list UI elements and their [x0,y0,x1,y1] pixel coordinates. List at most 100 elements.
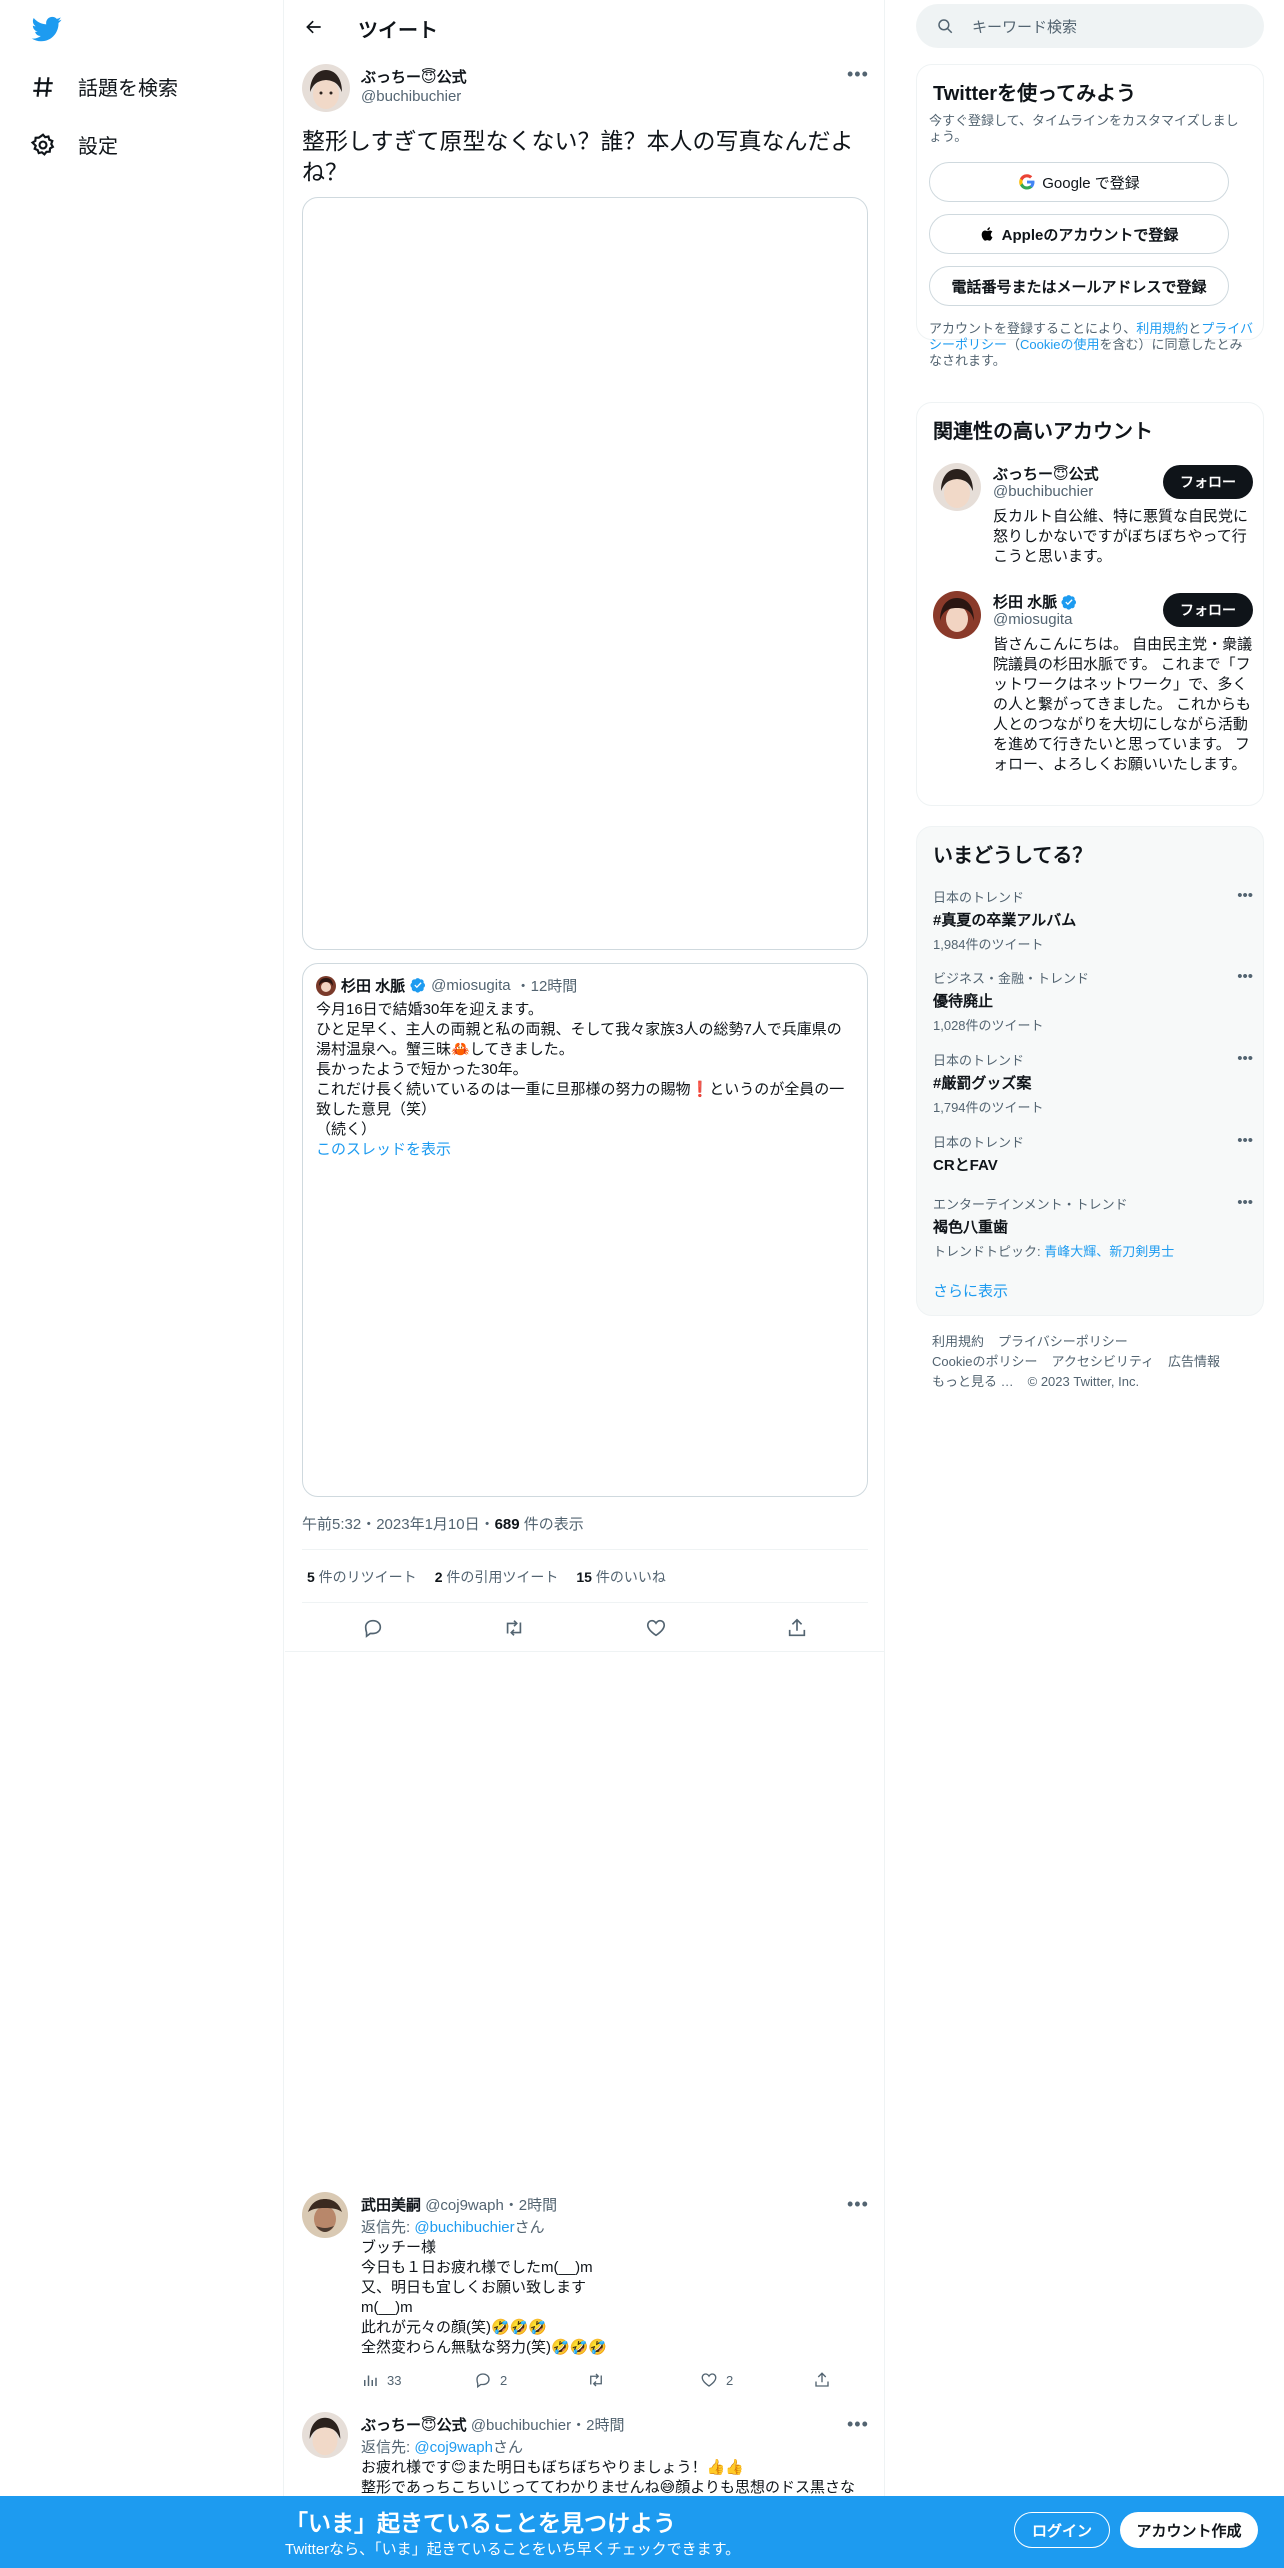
reply-header: 武田美嗣 @coj9waph・2時間 [361,2194,557,2215]
more-options-icon[interactable]: ••• [1237,1194,1253,1211]
login-button[interactable]: ログイン [1014,2512,1110,2548]
bottom-signup-bar: 「いま」起きていることを見つけよう Twitterなら、「いま」起きていることを… [0,2496,1284,2568]
footer-privacy[interactable]: プライバシーポリシー [998,1334,1128,1349]
apple-icon [981,227,993,241]
retweets-stat[interactable]: 5 件のリツイート [307,1567,417,1587]
quoted-avatar [316,975,336,996]
trends-title: いまどうしてる？ [933,845,1093,867]
trend-item[interactable]: エンターテインメント・トレンド 褐色八重歯 トレンドトピック: 青峰大輝、新刀剣… [933,1194,1253,1260]
reply-actions: 33 2 2 [361,2371,926,2389]
tweet-time: 午前5:32・2023年1月10日・ [302,1516,495,1533]
reply-to: 返信先: @coj9waphさん [361,2439,523,2456]
related-account[interactable]: 杉田 水脈 @miosugita 皆さんこんにちは。 自由民主党・衆議院議員の杉… [933,591,1253,791]
reply-icon [476,2373,490,2389]
more-options-icon[interactable]: ••• [1237,1132,1253,1149]
cookie-link[interactable]: Cookieの使用 [1020,337,1099,352]
back-button[interactable] [299,12,329,42]
footer-cookie[interactable]: Cookieのポリシー [932,1354,1037,1369]
reply-to-link[interactable]: @buchibuchier [414,2219,514,2236]
reply-avatar[interactable] [302,2192,348,2238]
trend-item[interactable]: ビジネス・金融・トレンド 優待廃止 1,028件のツイート ••• [933,968,1253,1034]
reply-to-link[interactable]: @coj9waph [414,2439,493,2456]
share-icon[interactable] [779,1610,815,1646]
nav-settings[interactable]: 設定 [30,130,118,159]
trend-count: 1,028件のツイート [933,1018,1044,1033]
more-options-icon[interactable]: ••• [1237,887,1253,904]
views-action[interactable]: 33 [361,2371,474,2389]
trend-context: エンターテインメント・トレンド [933,1197,1128,1212]
terms-link[interactable]: 利用規約 [1136,321,1188,336]
tweet-stats: 5 件のリツイート 2 件の引用ツイート 15 件のいいね [307,1567,666,1587]
like-action[interactable]: 2 [700,2371,813,2389]
trend-item[interactable]: 日本のトレンド CRとFAV ••• [933,1132,1253,1175]
signup-button[interactable]: アカウント作成 [1120,2512,1258,2548]
apple-signup-button[interactable]: Appleのアカウントで登録 [929,214,1229,254]
likes-stat[interactable]: 15 件のいいね [576,1567,665,1587]
trend-item[interactable]: 日本のトレンド #真夏の卒業アルバム 1,984件のツイート ••• [933,887,1253,953]
reply-text: お疲れ様です😊また明日もぼちぼちやりましょう！👍👍 整形であっちこちいじっててわ… [361,2459,855,2496]
reply-avatar[interactable] [302,2412,348,2458]
google-signup-button[interactable]: Google で登録 [929,162,1229,202]
quoted-tweet[interactable]: 杉田 水脈 @miosugita ・12時間 今月16日で結婚30年を迎えます。… [302,963,868,1497]
footer-more[interactable]: もっと見る … [932,1374,1014,1389]
nav-explore[interactable]: 話題を検索 [30,72,178,101]
phone-signup-button[interactable]: 電話番号またはメールアドレスで登録 [929,266,1229,306]
more-options-icon[interactable]: ••• [1237,968,1253,985]
author-name[interactable]: ぶっちー😇公式 [361,66,467,87]
author-handle[interactable]: @buchibuchier [361,88,461,105]
follow-button[interactable]: フォロー [1163,465,1253,499]
retweet-icon[interactable] [496,1610,532,1646]
google-icon [1019,174,1035,190]
trend-count: 1,794件のツイート [933,1100,1044,1115]
related-account[interactable]: ぶっちー😇公式 @buchibuchier 反カルト自公維、特に悪質な自民党に怒… [933,463,1253,573]
follow-button[interactable]: フォロー [1163,593,1253,627]
footer-terms[interactable]: 利用規約 [932,1334,984,1349]
nav-settings-label: 設定 [78,136,118,158]
quoted-time: ・12時間 [515,978,578,995]
page-title: ツイート [358,20,438,42]
share-action[interactable] [813,2371,926,2389]
show-thread-link[interactable]: このスレッドを表示 [316,1141,451,1158]
reply-icon[interactable] [355,1610,391,1646]
retweet-action[interactable] [587,2371,700,2389]
tweet-media[interactable] [302,197,868,950]
reply-handle[interactable]: @buchibuchier [471,2417,571,2434]
footer-accessibility[interactable]: アクセシビリティ [1051,1354,1154,1369]
search-input[interactable]: キーワード検索 [916,4,1264,48]
like-icon [701,2373,717,2387]
divider [302,1549,868,1550]
reply-name[interactable]: 武田美嗣 [361,2197,421,2214]
like-icon[interactable] [638,1610,674,1646]
reply-time: ・2時間 [503,2197,558,2214]
more-options-icon[interactable]: ••• [847,64,869,85]
trend-title: CRとFAV [933,1157,998,1174]
author-avatar[interactable] [302,64,350,112]
tweet-timestamp: 午前5:32・2023年1月10日・689 件の表示 [302,1513,584,1534]
views-count: 689 [494,1516,520,1533]
reply-handle[interactable]: @coj9waph [425,2197,504,2214]
twitter-logo-icon[interactable] [30,14,66,44]
more-options-icon[interactable]: ••• [847,2414,869,2435]
quoted-name: 杉田 水脈 [341,978,406,995]
more-options-icon[interactable]: ••• [1237,1050,1253,1067]
trend-title: #真夏の卒業アルバム [933,912,1077,929]
quotes-stat[interactable]: 2 件の引用ツイート [435,1567,559,1587]
trend-topic-links[interactable]: 青峰大輝、新刀剣男士 [1044,1244,1174,1259]
show-more-link[interactable]: さらに表示 [933,1280,1008,1301]
signup-legal: アカウントを登録することにより、利用規約とプライバシーポリシー（Cookieの使… [929,321,1254,368]
reply-time: ・2時間 [571,2417,625,2434]
account-handle: @buchibuchier [993,483,1094,500]
reply-name[interactable]: ぶっちー😇公式 [361,2417,467,2434]
trend-item[interactable]: 日本のトレンド #厳罰グッズ案 1,794件のツイート ••• [933,1050,1253,1116]
gear-icon [30,132,55,156]
related-accounts-card: 関連性の高いアカウント ぶっちー😇公式 @buchibuchier 反カルト自公… [916,402,1264,806]
account-avatar [933,591,981,639]
google-signup-label: Google で登録 [1042,174,1140,192]
verified-badge-icon [1061,595,1077,610]
account-avatar [933,463,981,511]
search-placeholder: キーワード検索 [972,18,1078,36]
more-options-icon[interactable]: ••• [847,2194,869,2215]
footer-ads[interactable]: 広告情報 [1168,1354,1220,1369]
search-icon [938,19,953,34]
reply-action[interactable]: 2 [474,2371,587,2389]
